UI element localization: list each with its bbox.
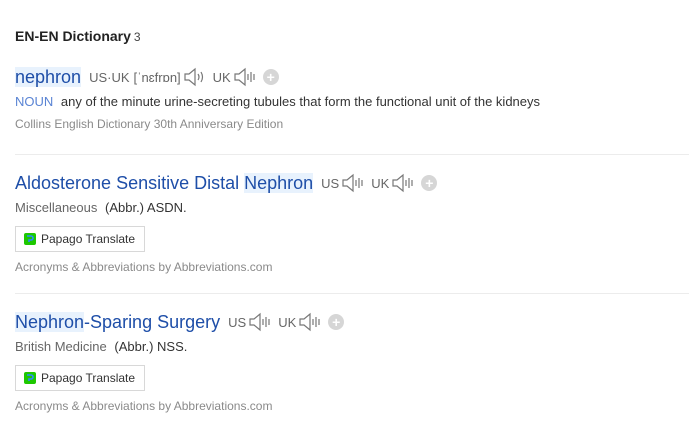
uk-label: UK bbox=[278, 314, 297, 330]
uk-label: UK bbox=[212, 69, 231, 85]
result-count: 3 bbox=[133, 30, 141, 44]
papago-translate-button[interactable]: Papago Translate bbox=[15, 226, 146, 252]
word-highlight: nephron bbox=[15, 66, 82, 87]
papago-translate-button[interactable]: Papago Translate bbox=[15, 365, 146, 391]
add-wordbook-icon[interactable]: + bbox=[262, 69, 279, 85]
source-label: Acronyms & Abbreviations by Abbreviation… bbox=[15, 399, 273, 413]
entry-aldosterone: Aldosterone Sensitive Distal Nephron US … bbox=[15, 170, 689, 274]
pronunciation: US·UK [ˈnɛfrɒn] UK + bbox=[89, 67, 279, 87]
speaker-icon[interactable] bbox=[183, 67, 207, 87]
divider bbox=[15, 293, 689, 294]
section-title: EN-EN Dictionary 3 bbox=[15, 28, 141, 44]
divider bbox=[15, 154, 689, 155]
part-of-speech: NOUN bbox=[15, 94, 54, 109]
papago-icon bbox=[24, 233, 36, 245]
add-wordbook-icon[interactable]: + bbox=[328, 314, 345, 330]
speaker-icon[interactable] bbox=[391, 173, 415, 193]
speaker-icon[interactable] bbox=[248, 312, 272, 332]
definition-text: (Abbr.) ASDN. bbox=[105, 200, 187, 215]
category-label: Miscellaneous bbox=[15, 200, 98, 215]
speaker-icon[interactable] bbox=[341, 173, 365, 193]
phonetic: [ˈnɛfrɒn] bbox=[133, 69, 181, 85]
uk-label: UK bbox=[371, 175, 390, 191]
category-label: British Medicine bbox=[15, 339, 107, 354]
definition-row: British Medicine (Abbr.) NSS. bbox=[15, 339, 689, 354]
word-highlight: Nephron bbox=[15, 311, 85, 332]
dictionary-panel: EN-EN Dictionary 3 nephron US·UK [ˈnɛfrɒn… bbox=[0, 0, 689, 447]
entry-word-link[interactable]: nephron bbox=[15, 66, 82, 88]
papago-icon bbox=[24, 372, 36, 384]
us-label: US bbox=[321, 175, 340, 191]
word-suffix: -Sparing Surgery bbox=[84, 311, 221, 332]
section-title-text: EN-EN Dictionary bbox=[15, 28, 131, 44]
source-label: Collins English Dictionary 30th Annivers… bbox=[15, 117, 284, 131]
definition-row: NOUN any of the minute urine-secreting t… bbox=[15, 94, 689, 109]
us-label: US bbox=[228, 314, 247, 330]
entry-nephron: nephron US·UK [ˈnɛfrɒn] UK + NOUN any of bbox=[15, 64, 689, 131]
speaker-icon[interactable] bbox=[233, 67, 257, 87]
entry-word-link[interactable]: Nephron-Sparing Surgery bbox=[15, 311, 221, 333]
papago-label: Papago Translate bbox=[41, 232, 136, 246]
word-prefix: Aldosterone Sensitive Distal bbox=[15, 172, 245, 193]
pronunciation: US UK + bbox=[321, 173, 438, 193]
definition-text: any of the minute urine-secreting tubule… bbox=[60, 94, 541, 109]
entry-nephron-sparing: Nephron-Sparing Surgery US UK + British … bbox=[15, 309, 689, 413]
speaker-icon[interactable] bbox=[298, 312, 322, 332]
source-label: Acronyms & Abbreviations by Abbreviation… bbox=[15, 260, 273, 274]
definition-row: Miscellaneous (Abbr.) ASDN. bbox=[15, 200, 689, 215]
pronunciation: US UK + bbox=[228, 312, 345, 332]
add-wordbook-icon[interactable]: + bbox=[421, 175, 438, 191]
word-highlight: Nephron bbox=[244, 172, 314, 193]
us-uk-label: US·UK bbox=[89, 69, 130, 85]
definition-text: (Abbr.) NSS. bbox=[114, 339, 188, 354]
entry-word-link[interactable]: Aldosterone Sensitive Distal Nephron bbox=[15, 172, 314, 194]
papago-label: Papago Translate bbox=[41, 371, 136, 385]
